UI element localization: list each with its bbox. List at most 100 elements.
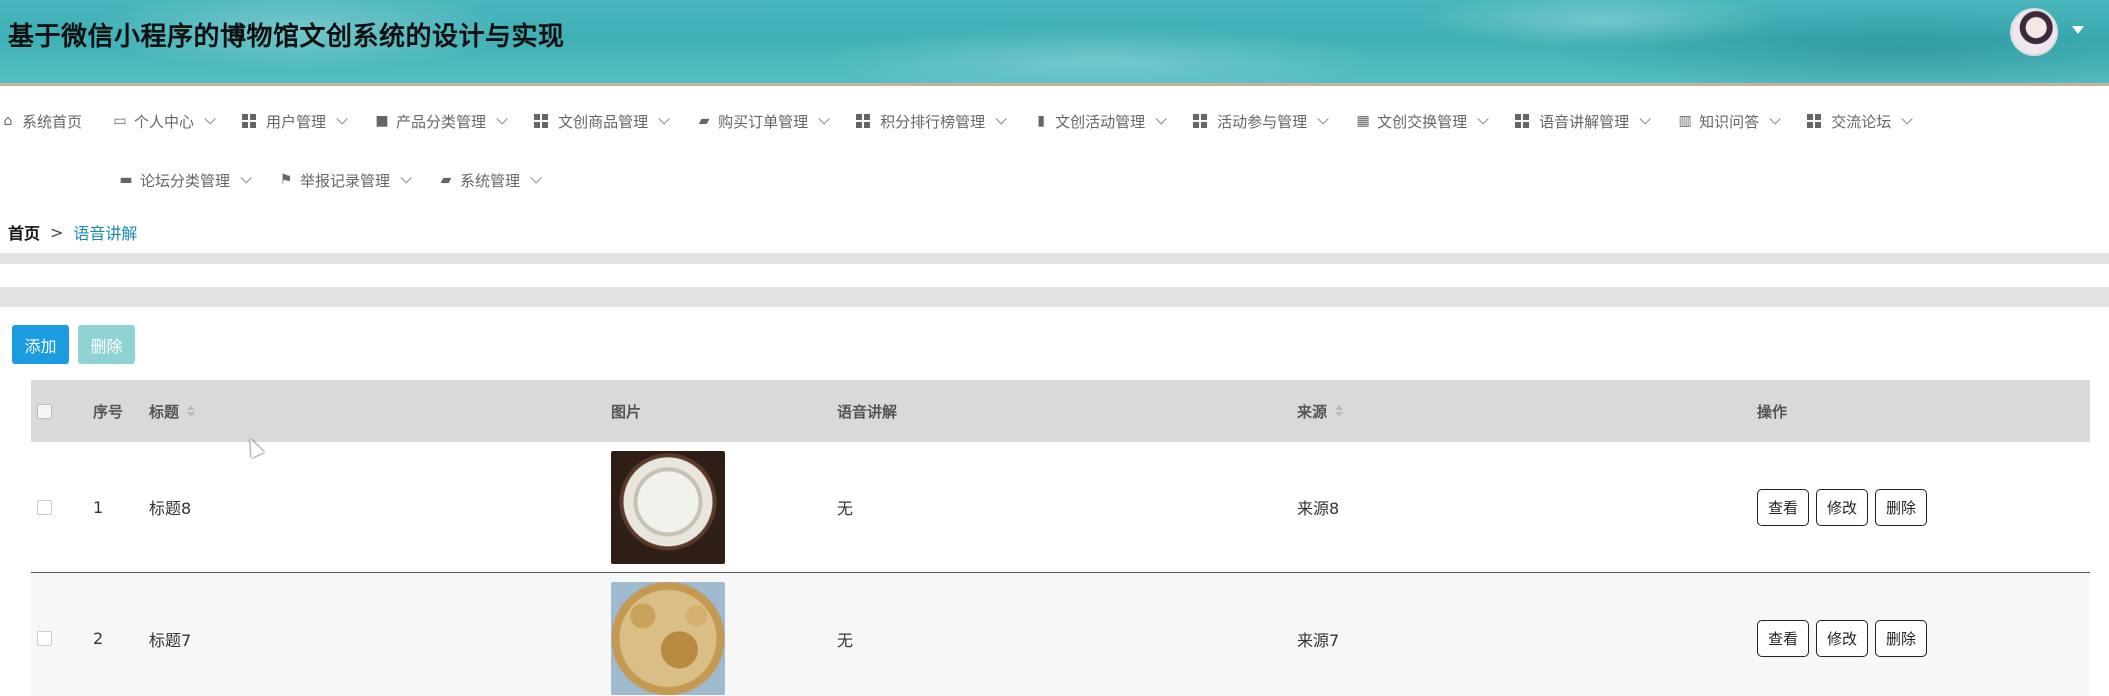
nav-item-audio-guide[interactable]: 语音讲解管理 [1515, 111, 1651, 132]
app-title: 基于微信小程序的博物馆文创系统的设计与实现 [8, 22, 565, 52]
chevron-down-icon [336, 113, 348, 125]
cell-actions: 查看 修改 删除 [1757, 573, 1928, 696]
nav-item-users[interactable]: 用户管理 [242, 111, 348, 132]
briefcase-icon: ▰ [440, 172, 452, 188]
cell-image [611, 442, 725, 572]
cell-index: 1 [93, 497, 104, 517]
nav-label: 活动参与管理 [1217, 112, 1308, 131]
nav-item-product-category[interactable]: ■ 产品分类管理 [374, 111, 508, 132]
nav-label: 购买订单管理 [718, 112, 809, 131]
header-actions: 操作 [1757, 402, 1788, 421]
chevron-down-icon [530, 172, 542, 184]
nav-item-forum-category[interactable]: ▬ 论坛分类管理 [118, 170, 252, 191]
row-actions: 查看 修改 删除 [1757, 620, 1928, 657]
row-checkbox[interactable] [37, 499, 52, 515]
main-nav-row-1: ⌂ 系统首页 ▭ 个人中心 用户管理 ■ 产品分类管理 文创商品管理 ▰ 购买订… [0, 106, 1939, 136]
chevron-down-icon [1901, 113, 1913, 125]
audio-guide-table: 序号 标题 图片 语音讲解 来源 操作 1 标题8 无 来源8 查看 修改 删除 [31, 380, 2090, 696]
nav-item-system[interactable]: ▰ 系统管理 [438, 170, 542, 191]
delete-button[interactable]: 删除 [1875, 620, 1928, 657]
chevron-down-icon [1477, 113, 1489, 125]
nav-item-home[interactable]: ⌂ 系统首页 [0, 111, 82, 132]
breadcrumb-current: 语音讲解 [73, 224, 138, 243]
header-source[interactable]: 来源 [1297, 380, 1344, 442]
chevron-down-icon [658, 113, 670, 125]
apps-icon: ▦ [1356, 113, 1370, 129]
row-select-cell [37, 573, 52, 696]
nav-label: 用户管理 [266, 112, 327, 131]
cell-title: 标题7 [149, 630, 192, 650]
nav-item-points-ranking[interactable]: 积分排行榜管理 [856, 111, 1007, 132]
books-icon: ▥ [1678, 113, 1692, 129]
grid-icon [856, 114, 871, 128]
sort-icon[interactable] [1335, 405, 1344, 417]
grid-icon [534, 114, 549, 128]
header-title[interactable]: 标题 [149, 380, 196, 442]
grid-icon [1807, 114, 1822, 128]
nav-item-activities[interactable]: ▮ 文创活动管理 [1033, 111, 1167, 132]
breadcrumb-separator: > [50, 222, 64, 242]
sort-icon[interactable] [187, 405, 196, 417]
chevron-down-icon [1769, 113, 1781, 125]
avatar-dropdown-caret-icon[interactable] [2072, 26, 2084, 34]
delete-button[interactable]: 删除 [1875, 488, 1928, 526]
chevron-down-icon [496, 113, 508, 125]
monitor-icon: ▬ [119, 172, 133, 188]
bamboo-crafts-image[interactable] [611, 582, 725, 695]
divider-band [0, 253, 2109, 264]
nav-label: 论坛分类管理 [140, 171, 231, 190]
header-index: 序号 [93, 402, 124, 421]
chevron-down-icon [995, 113, 1007, 125]
nav-label: 交流论坛 [1831, 112, 1892, 131]
nav-label: 语音讲解管理 [1539, 112, 1630, 131]
flag-icon: ⚑ [279, 172, 293, 188]
chevron-down-icon [400, 172, 412, 184]
nav-item-forum[interactable]: 交流论坛 [1807, 111, 1913, 132]
nav-item-participation[interactable]: 活动参与管理 [1193, 111, 1329, 132]
nav-item-products[interactable]: 文创商品管理 [534, 111, 670, 132]
nav-label: 文创交换管理 [1377, 112, 1468, 131]
view-button[interactable]: 查看 [1757, 620, 1810, 657]
nav-label: 举报记录管理 [300, 171, 391, 190]
header-image: 图片 [611, 402, 642, 421]
briefcase-icon: ▰ [698, 113, 710, 129]
cell-source: 来源7 [1297, 630, 1340, 650]
add-button[interactable]: 添加 [12, 325, 69, 364]
home-icon: ⌂ [3, 113, 13, 129]
breadcrumb: 首页 > 语音讲解 [8, 220, 137, 244]
header-audio: 语音讲解 [837, 402, 898, 421]
nav-item-reports[interactable]: ⚑ 举报记录管理 [278, 170, 412, 191]
nav-label: 个人中心 [134, 112, 195, 131]
porcelain-plate-image[interactable] [611, 450, 725, 564]
select-all-cell [37, 380, 52, 442]
select-all-checkbox[interactable] [37, 403, 52, 419]
nav-label: 文创活动管理 [1055, 112, 1146, 131]
table-header: 序号 标题 图片 语音讲解 来源 操作 [31, 380, 2090, 442]
nav-item-orders[interactable]: ▰ 购买订单管理 [696, 111, 830, 132]
cell-source: 来源8 [1297, 499, 1340, 518]
nav-label: 知识问答 [1699, 112, 1760, 131]
row-checkbox[interactable] [37, 631, 52, 646]
app-header: 基于微信小程序的博物馆文创系统的设计与实现 [0, 0, 2109, 86]
batch-delete-button[interactable]: 删除 [78, 325, 135, 364]
edit-button[interactable]: 修改 [1816, 488, 1869, 526]
view-button[interactable]: 查看 [1757, 488, 1810, 526]
nav-item-qa[interactable]: ▥ 知识问答 [1677, 111, 1781, 132]
nav-label: 积分排行榜管理 [880, 112, 986, 131]
nav-item-exchange[interactable]: ▦ 文创交换管理 [1355, 111, 1489, 132]
user-avatar[interactable] [2010, 8, 2058, 56]
grid-icon [1515, 114, 1530, 128]
cell-image [611, 573, 725, 696]
chevron-down-icon [240, 172, 252, 184]
chevron-down-icon [1317, 113, 1329, 125]
chevron-down-icon [204, 113, 216, 125]
edit-button[interactable]: 修改 [1816, 620, 1869, 657]
breadcrumb-home[interactable]: 首页 [8, 220, 40, 244]
nav-item-profile[interactable]: ▭ 个人中心 [112, 111, 216, 132]
cell-actions: 查看 修改 删除 [1757, 442, 1928, 572]
chevron-down-icon [1155, 113, 1167, 125]
cell-index: 2 [93, 629, 104, 648]
table-row: 2 标题7 无 来源7 查看 修改 删除 [31, 573, 2090, 696]
table-row: 1 标题8 无 来源8 查看 修改 删除 [31, 442, 2090, 573]
nav-label: 文创商品管理 [558, 112, 649, 131]
